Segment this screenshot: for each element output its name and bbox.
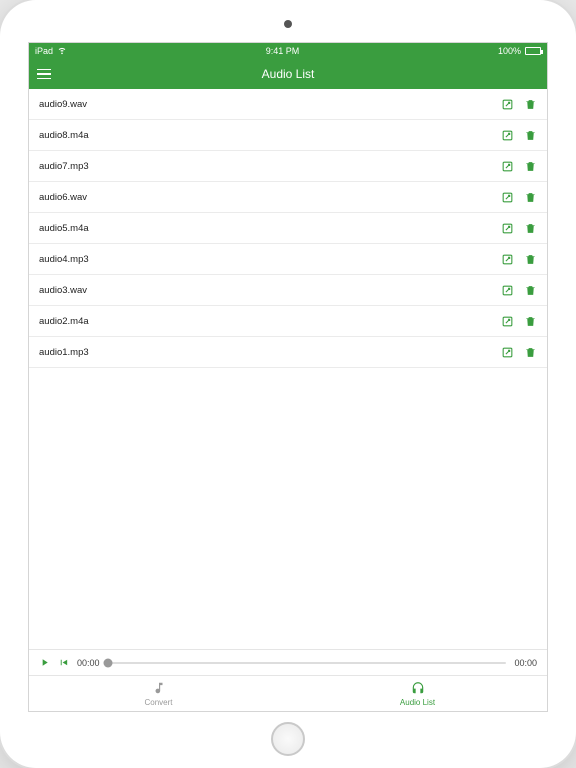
prev-button[interactable]: [58, 657, 69, 668]
tab-bar: Convert Audio List: [29, 675, 547, 711]
play-button[interactable]: [39, 657, 50, 668]
music-note-icon: [152, 681, 166, 697]
audio-row[interactable]: audio3.wav: [29, 275, 547, 306]
file-name: audio3.wav: [39, 285, 501, 296]
trash-icon[interactable]: [524, 129, 537, 142]
trash-icon[interactable]: [524, 284, 537, 297]
audio-row[interactable]: audio5.m4a: [29, 213, 547, 244]
edit-icon[interactable]: [501, 129, 514, 142]
edit-icon[interactable]: [501, 346, 514, 359]
edit-icon[interactable]: [501, 222, 514, 235]
menu-button[interactable]: [37, 59, 61, 89]
audio-list[interactable]: audio9.wav audio8.m4a audio7.mp3 audio6.wav…: [29, 89, 547, 649]
file-name: audio7.mp3: [39, 161, 501, 172]
file-name: audio6.wav: [39, 192, 501, 203]
trash-icon[interactable]: [524, 191, 537, 204]
file-name: audio8.m4a: [39, 130, 501, 141]
audio-row[interactable]: audio8.m4a: [29, 120, 547, 151]
tab-convert[interactable]: Convert: [29, 676, 288, 711]
nav-header: Audio List: [29, 59, 547, 89]
file-name: audio4.mp3: [39, 254, 501, 265]
trash-icon[interactable]: [524, 160, 537, 173]
trash-icon[interactable]: [524, 346, 537, 359]
status-bar: iPad 9:41 PM 100%: [29, 43, 547, 59]
tab-audio-list[interactable]: Audio List: [288, 676, 547, 711]
audio-row[interactable]: audio2.m4a: [29, 306, 547, 337]
audio-row[interactable]: audio1.mp3: [29, 337, 547, 368]
home-button[interactable]: [271, 722, 305, 756]
file-name: audio5.m4a: [39, 223, 501, 234]
edit-icon[interactable]: [501, 98, 514, 111]
edit-icon[interactable]: [501, 284, 514, 297]
file-name: audio1.mp3: [39, 347, 501, 358]
audio-row[interactable]: audio6.wav: [29, 182, 547, 213]
edit-icon[interactable]: [501, 191, 514, 204]
page-title: Audio List: [262, 67, 315, 81]
elapsed-time: 00:00: [77, 658, 100, 668]
edit-icon[interactable]: [501, 160, 514, 173]
screen: iPad 9:41 PM 100% Audio List audio9.wava…: [28, 42, 548, 712]
player-bar: 00:00 00:00: [29, 649, 547, 675]
audio-row[interactable]: audio7.mp3: [29, 151, 547, 182]
headphones-icon: [411, 681, 425, 697]
file-name: audio2.m4a: [39, 316, 501, 327]
audio-row[interactable]: audio9.wav: [29, 89, 547, 120]
seek-thumb[interactable]: [103, 658, 112, 667]
trash-icon[interactable]: [524, 222, 537, 235]
trash-icon[interactable]: [524, 98, 537, 111]
carrier-label: iPad: [35, 46, 53, 56]
edit-icon[interactable]: [501, 253, 514, 266]
tab-audio-list-label: Audio List: [400, 698, 435, 707]
battery-icon: [525, 47, 541, 55]
remaining-time: 00:00: [514, 658, 537, 668]
device-camera: [284, 20, 292, 28]
file-name: audio9.wav: [39, 99, 501, 110]
edit-icon[interactable]: [501, 315, 514, 328]
ipad-frame: iPad 9:41 PM 100% Audio List audio9.wava…: [0, 0, 576, 768]
audio-row[interactable]: audio4.mp3: [29, 244, 547, 275]
trash-icon[interactable]: [524, 315, 537, 328]
tab-convert-label: Convert: [144, 698, 172, 707]
trash-icon[interactable]: [524, 253, 537, 266]
wifi-icon: [57, 45, 67, 57]
clock-label: 9:41 PM: [266, 46, 300, 56]
seek-slider[interactable]: [108, 662, 507, 664]
battery-percent: 100%: [498, 46, 521, 56]
